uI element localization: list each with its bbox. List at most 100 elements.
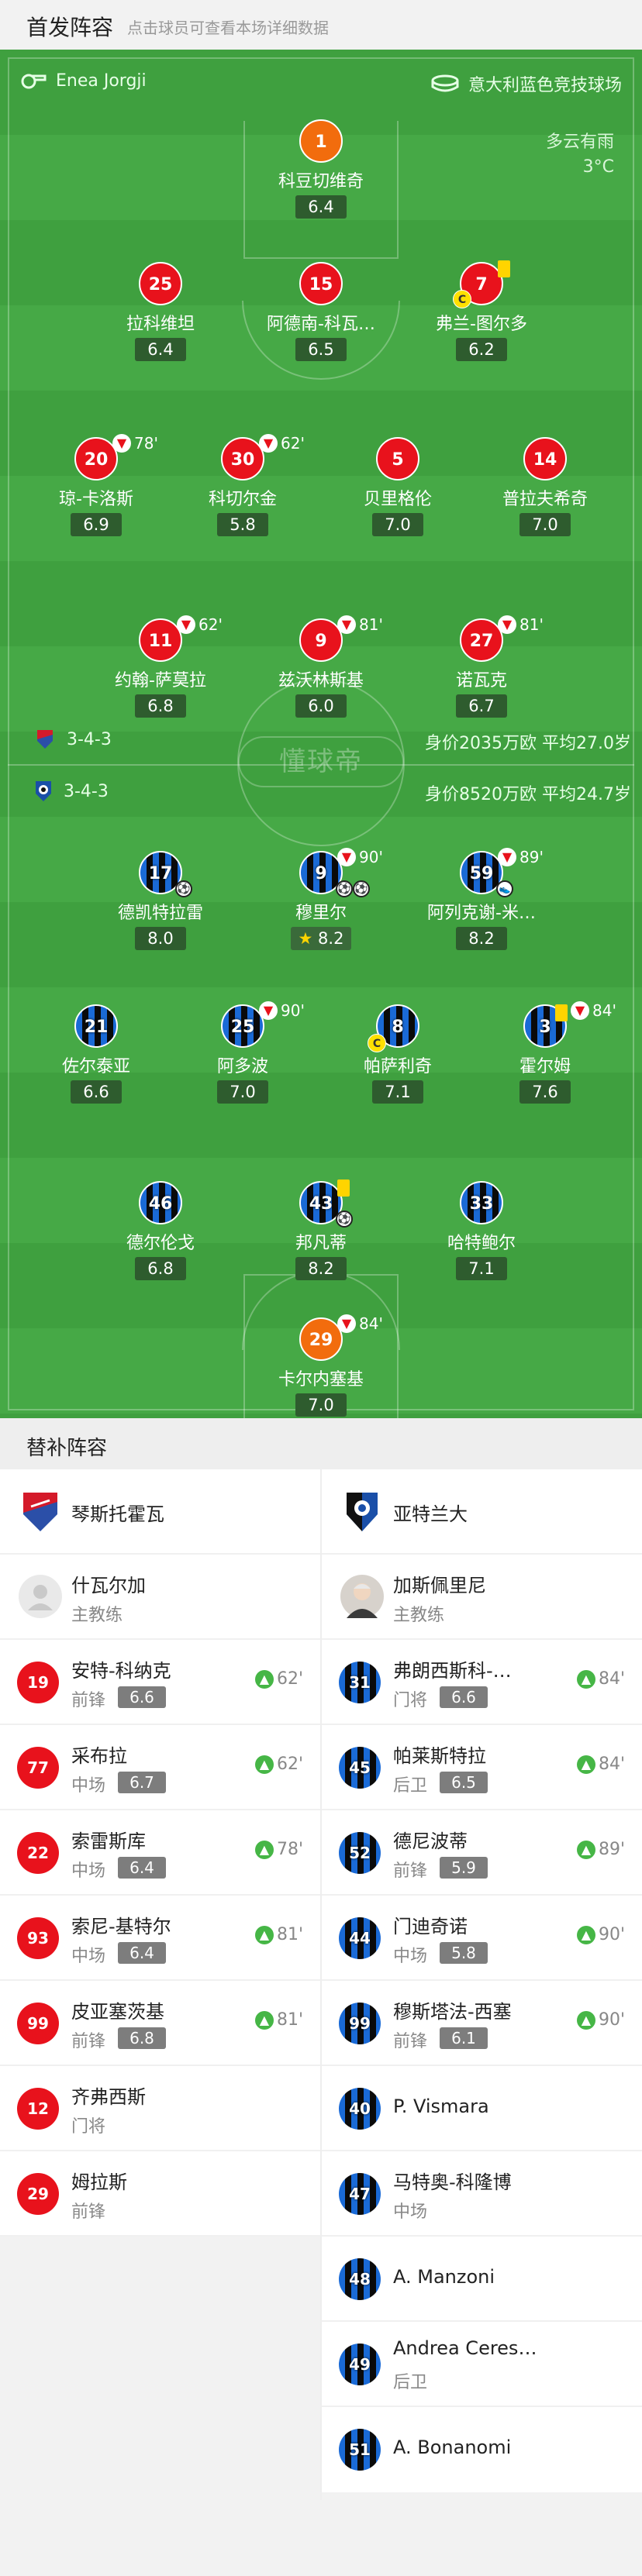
sub-off-badge: ▼ 90' — [337, 848, 383, 866]
sub-off-badge: ▼ 62' — [259, 434, 305, 453]
player-away-7[interactable]: 3 ▼ 84' 霍尔姆 7.6 — [456, 1001, 634, 1104]
sub-name: 索雷斯库 — [71, 1830, 146, 1852]
sub-row[interactable]: 77 采布拉 中场 6.7 ▲ 62' — [0, 1725, 320, 1810]
player-name: 拉科维坦 — [126, 315, 195, 334]
player-away-3[interactable]: 59 ▼ 89' 👟 阿列克谢-米… 8.2 — [392, 848, 571, 950]
player-away-1[interactable]: 17 ⚽ 德凯特拉雷 8.0 — [71, 851, 250, 950]
player-rating-mvp: ★ 8.2 — [290, 927, 352, 950]
shirt-number: 29 — [299, 1317, 343, 1361]
sub-row[interactable]: 22 索雷斯库 中场 6.4 ▲ 78' — [0, 1810, 320, 1896]
sub-off-badge: ▼ 81' — [498, 615, 544, 634]
player-rating: 6.2 — [456, 338, 507, 361]
sub-in: ▲ 62' — [254, 1669, 303, 1689]
sub-row[interactable]: 52 德尼波蒂 前锋 5.9 ▲ 89' — [322, 1810, 642, 1896]
sub-row[interactable]: 12 齐弗西斯 门将 — [0, 2066, 320, 2151]
player-home-9[interactable]: 11 ▼ 62' 约翰-萨莫拉 6.8 — [71, 615, 250, 718]
player-away-2[interactable]: 9 ▼ 90' ⚽ ⚽ 穆里尔 ★ 8.2 — [232, 848, 410, 950]
player-home-1[interactable]: 1 科豆切维奇 6.4 — [232, 119, 410, 219]
sub-off-badge: ▼ 89' — [498, 848, 544, 866]
home-team-name: 琴斯托霍瓦 — [71, 1503, 164, 1525]
sub-row[interactable]: 44 门迪奇诺 中场 5.8 ▲ 90' — [322, 1896, 642, 1981]
captain-icon: C — [368, 1034, 386, 1052]
sub-number: 47 — [339, 2173, 381, 2215]
sub-in-minute: 62' — [276, 1755, 303, 1774]
sub-rating: 5.9 — [440, 1857, 488, 1879]
player-home-11[interactable]: 27 ▼ 81' 诺瓦克 6.7 — [392, 615, 571, 718]
star-icon: ★ — [298, 929, 313, 948]
sub-row[interactable]: 19 安特-科纳克 前锋 6.6 ▲ 62' — [0, 1640, 320, 1725]
sub-number: 99 — [339, 2003, 381, 2044]
sub-off-icon: ▼ — [498, 615, 516, 634]
sub-row[interactable]: 49 Andrea Ceres… 后卫 — [322, 2322, 642, 2407]
weather: 多云有雨 3°C — [546, 130, 614, 180]
sub-off-icon: ▼ — [571, 1001, 589, 1020]
sub-position: 中场 — [71, 1861, 106, 1881]
player-away-8[interactable]: 46 德尔伦戈 6.8 — [71, 1181, 250, 1280]
sub-off-icon: ▼ — [259, 434, 278, 453]
sub-off-icon: ▼ — [112, 434, 131, 453]
player-rating: 6.0 — [295, 694, 347, 718]
sub-name: 采布拉 — [71, 1745, 127, 1767]
sub-off-icon: ▼ — [498, 848, 516, 866]
player-home-3[interactable]: 15 阿德南-科瓦… 6.5 — [232, 262, 410, 361]
sub-row[interactable]: 51 A. Bonanomi — [322, 2407, 642, 2492]
sub-name: 马特奥-科隆博 — [393, 2171, 512, 2193]
sub-in-icon: ▲ — [254, 1925, 274, 1944]
referee-name: Enea Jorgji — [56, 71, 147, 91]
sub-number: 19 — [17, 1662, 59, 1703]
player-home-8[interactable]: 14 普拉夫希奇 7.0 — [456, 437, 634, 536]
player-name: 兹沃林斯基 — [278, 671, 364, 690]
player-away-10[interactable]: 33 哈特鲍尔 7.1 — [392, 1181, 571, 1280]
away-subs-column: 亚特兰大 加斯佩里尼 主教练 31 弗朗西斯科-… 门将 6.6 ▲ 84' 45… — [322, 1469, 642, 2492]
player-rating: 6.4 — [295, 195, 347, 219]
player-home-10[interactable]: 9 ▼ 81' 兹沃林斯基 6.0 — [232, 615, 410, 718]
away-coach[interactable]: 加斯佩里尼 主教练 — [322, 1555, 642, 1640]
sub-position: 中场 — [393, 2202, 428, 2222]
sub-rating: 6.6 — [440, 1686, 488, 1708]
sub-row[interactable]: 93 索尼-基特尔 中场 6.4 ▲ 81' — [0, 1896, 320, 1981]
sub-row[interactable]: 45 帕莱斯特拉 后卫 6.5 ▲ 84' — [322, 1725, 642, 1810]
goal-ball-icon: ⚽ — [353, 880, 370, 897]
sub-in-icon: ▲ — [576, 1755, 595, 1774]
player-away-11[interactable]: 29 ▼ 84' 卡尔内塞基 7.0 — [232, 1314, 410, 1417]
player-away-5[interactable]: 25 ▼ 90' 阿多波 7.0 — [154, 1001, 332, 1104]
sub-in: ▲ 90' — [576, 1925, 625, 1944]
sub-rating: 6.4 — [118, 1857, 166, 1879]
sub-off-badge: ▼ 62' — [177, 615, 223, 634]
sub-position: 前锋 — [71, 2032, 106, 2051]
sub-in-minute: 89' — [598, 1840, 625, 1859]
player-rating: 6.4 — [135, 338, 186, 361]
sub-row[interactable]: 29 姆拉斯 前锋 — [0, 2151, 320, 2237]
away-team-header[interactable]: 亚特兰大 — [322, 1469, 642, 1555]
sub-in-icon: ▲ — [254, 1755, 274, 1774]
player-rating: 7.1 — [456, 1257, 507, 1280]
player-home-2[interactable]: 25 拉科维坦 6.4 — [71, 262, 250, 361]
shirt-number: 14 — [523, 437, 567, 480]
sub-row[interactable]: 31 弗朗西斯科-… 门将 6.6 ▲ 84' — [322, 1640, 642, 1725]
sub-row[interactable]: 99 穆斯塔法-西塞 前锋 6.1 ▲ 90' — [322, 1981, 642, 2066]
coach-name: 加斯佩里尼 — [393, 1575, 486, 1596]
sub-in: ▲ 89' — [576, 1840, 625, 1859]
sub-row[interactable]: 40 P. Vismara — [322, 2066, 642, 2151]
home-coach[interactable]: 什瓦尔加 主教练 — [0, 1555, 320, 1640]
player-home-4[interactable]: 7 C 弗兰-图尔多 6.2 — [392, 260, 571, 361]
goal-ball-icon: ⚽ — [336, 880, 353, 897]
shirt-number: 25 — [221, 1004, 264, 1048]
sub-rating: 6.8 — [118, 2027, 166, 2049]
home-team-info: 3-4-3 — [34, 728, 112, 750]
sub-in-icon: ▲ — [254, 1840, 274, 1859]
sub-row[interactable]: 48 A. Manzoni — [322, 2237, 642, 2322]
sub-off-badge: ▼ 78' — [112, 434, 158, 453]
sub-number: 22 — [17, 1832, 59, 1874]
sub-row[interactable]: 47 马特奥-科隆博 中场 — [322, 2151, 642, 2237]
sub-minute: 81' — [519, 615, 544, 634]
goal-ball-icon: ⚽ — [336, 1211, 353, 1228]
player-away-9[interactable]: 43 ⚽ 邦凡蒂 8.2 — [232, 1180, 410, 1280]
coach-avatar-icon — [19, 1575, 62, 1618]
sub-row[interactable]: 99 皮亚塞茨基 前锋 6.8 ▲ 81' — [0, 1981, 320, 2066]
sub-name: 姆拉斯 — [71, 2171, 127, 2193]
home-team-header[interactable]: 琴斯托霍瓦 — [0, 1469, 320, 1555]
sub-number: 77 — [17, 1747, 59, 1789]
player-rating: 5.8 — [217, 513, 268, 536]
player-home-6[interactable]: 30 ▼ 62' 科切尔金 5.8 — [154, 434, 332, 536]
